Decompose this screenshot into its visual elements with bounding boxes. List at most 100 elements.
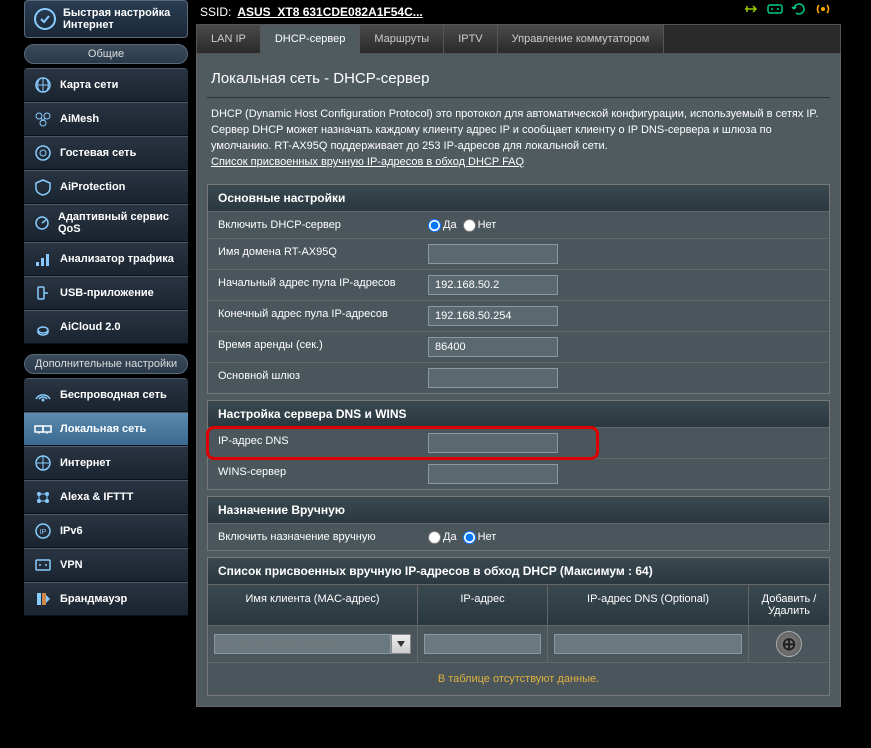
dns-opt-input[interactable] — [554, 634, 742, 654]
tab-dhcp-сервер[interactable]: DHCP-сервер — [261, 25, 361, 53]
panel: Локальная сеть - DHCP-сервер DHCP (Dynam… — [196, 54, 841, 707]
domain-input[interactable] — [428, 244, 558, 264]
tab-управление-коммутатором[interactable]: Управление коммутатором — [498, 25, 665, 53]
nav-гостевая-сеть[interactable]: Гостевая сеть — [24, 136, 188, 170]
pool-start-input[interactable] — [428, 275, 558, 295]
nav-icon — [32, 555, 54, 575]
radio-yes[interactable] — [428, 219, 441, 232]
nav-icon — [32, 317, 54, 337]
radio-manual-no[interactable] — [463, 531, 476, 544]
tab-lan-ip[interactable]: LAN IP — [197, 25, 261, 53]
enable-dhcp-label: Включить DHCP-сервер — [208, 212, 418, 238]
pool-end-input[interactable] — [428, 306, 558, 326]
lease-label: Время аренды (сек.) — [208, 332, 418, 362]
ssid-value[interactable]: ASUS_XT8 631CDE082A1F54C... — [237, 5, 422, 19]
nav-анализатор-трафика[interactable]: Анализатор трафика — [24, 242, 188, 276]
nav-label: Гостевая сеть — [60, 147, 136, 159]
table-header: Имя клиента (MAC-адрес) IP-адрес IP-адре… — [208, 584, 829, 625]
tab-маршруты[interactable]: Маршруты — [360, 25, 444, 53]
sidebar: Быстрая настройка Интернет Общие Карта с… — [24, 0, 188, 616]
nav-vpn[interactable]: VPN — [24, 548, 188, 582]
nav-label: AiCloud 2.0 — [60, 321, 121, 333]
nav-icon — [32, 177, 54, 197]
quick-setup[interactable]: Быстрая настройка Интернет — [24, 0, 188, 38]
manual-section: Назначение Вручную Включить назначение в… — [207, 496, 830, 551]
usb-icon[interactable] — [743, 2, 759, 16]
nav-label: Анализатор трафика — [60, 253, 174, 265]
nav-label: AiMesh — [60, 113, 99, 125]
nav-icon: IP — [32, 521, 54, 541]
table-input-row: ⊕ — [208, 625, 829, 662]
add-button[interactable]: ⊕ — [776, 631, 802, 657]
nav-alexa-&-ifttt[interactable]: Alexa & IFTTT — [24, 480, 188, 514]
nav-ipv6[interactable]: IP IPv6 — [24, 514, 188, 548]
wifi-icon[interactable] — [767, 2, 783, 16]
manual-no[interactable]: Нет — [463, 531, 497, 544]
group-advanced-hdr: Дополнительные настройки — [24, 354, 188, 374]
dns-ip-row: IP-адрес DNS — [208, 427, 829, 458]
nav-advanced: Беспроводная сеть Локальная сеть Интернет A… — [24, 378, 188, 616]
col-action: Добавить / Удалить — [749, 585, 829, 625]
nav-general: Карта сети AiMesh Гостевая сеть AiProtectio… — [24, 68, 188, 344]
nav-label: Беспроводная сеть — [60, 389, 167, 401]
nav-aiprotection[interactable]: AiProtection — [24, 170, 188, 204]
refresh-icon[interactable] — [791, 2, 807, 16]
tabs: LAN IPDHCP-серверМаршрутыIPTVУправление … — [196, 24, 841, 54]
list-section: Список присвоенных вручную IP-адресов в … — [207, 557, 830, 696]
nav-брандмауэр[interactable]: Брандмауэр — [24, 582, 188, 616]
pool-start-label: Начальный адрес пула IP-адресов — [208, 270, 418, 300]
tab-iptv[interactable]: IPTV — [444, 25, 497, 53]
nav-aicloud-2.0[interactable]: AiCloud 2.0 — [24, 310, 188, 344]
nav-беспроводная-сеть[interactable]: Беспроводная сеть — [24, 378, 188, 412]
nav-icon — [32, 143, 54, 163]
enable-dhcp-no[interactable]: Нет — [463, 219, 497, 232]
pool-end-label: Конечный адрес пула IP-адресов — [208, 301, 418, 331]
nav-icon — [32, 453, 54, 473]
radio-manual-yes[interactable] — [428, 531, 441, 544]
faq-link[interactable]: Список присвоенных вручную IP-адресов в … — [211, 156, 524, 168]
dns-ip-input[interactable] — [428, 433, 558, 453]
nav-label: Alexa & IFTTT — [60, 491, 133, 503]
nav-icon — [32, 283, 54, 303]
col-dns: IP-адрес DNS (Optional) — [548, 585, 749, 625]
dns-ip-label: IP-адрес DNS — [208, 428, 418, 458]
group-general-hdr: Общие — [24, 44, 188, 64]
wizard-icon — [33, 7, 57, 31]
wins-label: WINS-сервер — [208, 459, 418, 489]
svg-text:IP: IP — [40, 529, 47, 536]
wins-input[interactable] — [428, 464, 558, 484]
enable-dhcp-yes[interactable]: Да — [428, 219, 457, 232]
nav-локальная-сеть[interactable]: Локальная сеть — [24, 412, 188, 446]
nav-usb-приложение[interactable]: USB-приложение — [24, 276, 188, 310]
nav-icon — [32, 249, 54, 269]
basic-section: Основные настройки Включить DHCP-сервер … — [207, 184, 830, 394]
gateway-label: Основной шлюз — [208, 363, 418, 393]
dns-section: Настройка сервера DNS и WINS IP-адрес DN… — [207, 400, 830, 490]
nav-icon — [32, 487, 54, 507]
nav-адаптивный-сервис-qos[interactable]: Адаптивный сервис QoS — [24, 204, 188, 242]
panel-title: Локальная сеть - DHCP-сервер — [207, 64, 830, 98]
lease-input[interactable] — [428, 337, 558, 357]
nav-карта-сети[interactable]: Карта сети — [24, 68, 188, 102]
mac-dropdown[interactable] — [214, 634, 411, 654]
nav-icon — [32, 419, 54, 439]
nav-label: Брандмауэр — [60, 593, 127, 605]
nav-icon — [32, 385, 54, 405]
ip-input[interactable] — [424, 634, 541, 654]
manual-yes[interactable]: Да — [428, 531, 457, 544]
nav-label: AiProtection — [60, 181, 125, 193]
gateway-input[interactable] — [428, 368, 558, 388]
radio-no[interactable] — [463, 219, 476, 232]
mac-input[interactable] — [214, 634, 391, 654]
dropdown-icon[interactable] — [391, 634, 411, 654]
status-icons — [743, 2, 831, 16]
dns-hdr: Настройка сервера DNS и WINS — [208, 401, 829, 427]
signal-icon[interactable] — [815, 2, 831, 16]
header-bar: SSID: ASUS_XT8 631CDE082A1F54C... — [200, 2, 841, 22]
nav-label: IPv6 — [60, 525, 83, 537]
nav-интернет[interactable]: Интернет — [24, 446, 188, 480]
nav-aimesh[interactable]: AiMesh — [24, 102, 188, 136]
nav-label: VPN — [60, 559, 83, 571]
nav-label: Локальная сеть — [60, 423, 146, 435]
nav-icon — [32, 75, 54, 95]
